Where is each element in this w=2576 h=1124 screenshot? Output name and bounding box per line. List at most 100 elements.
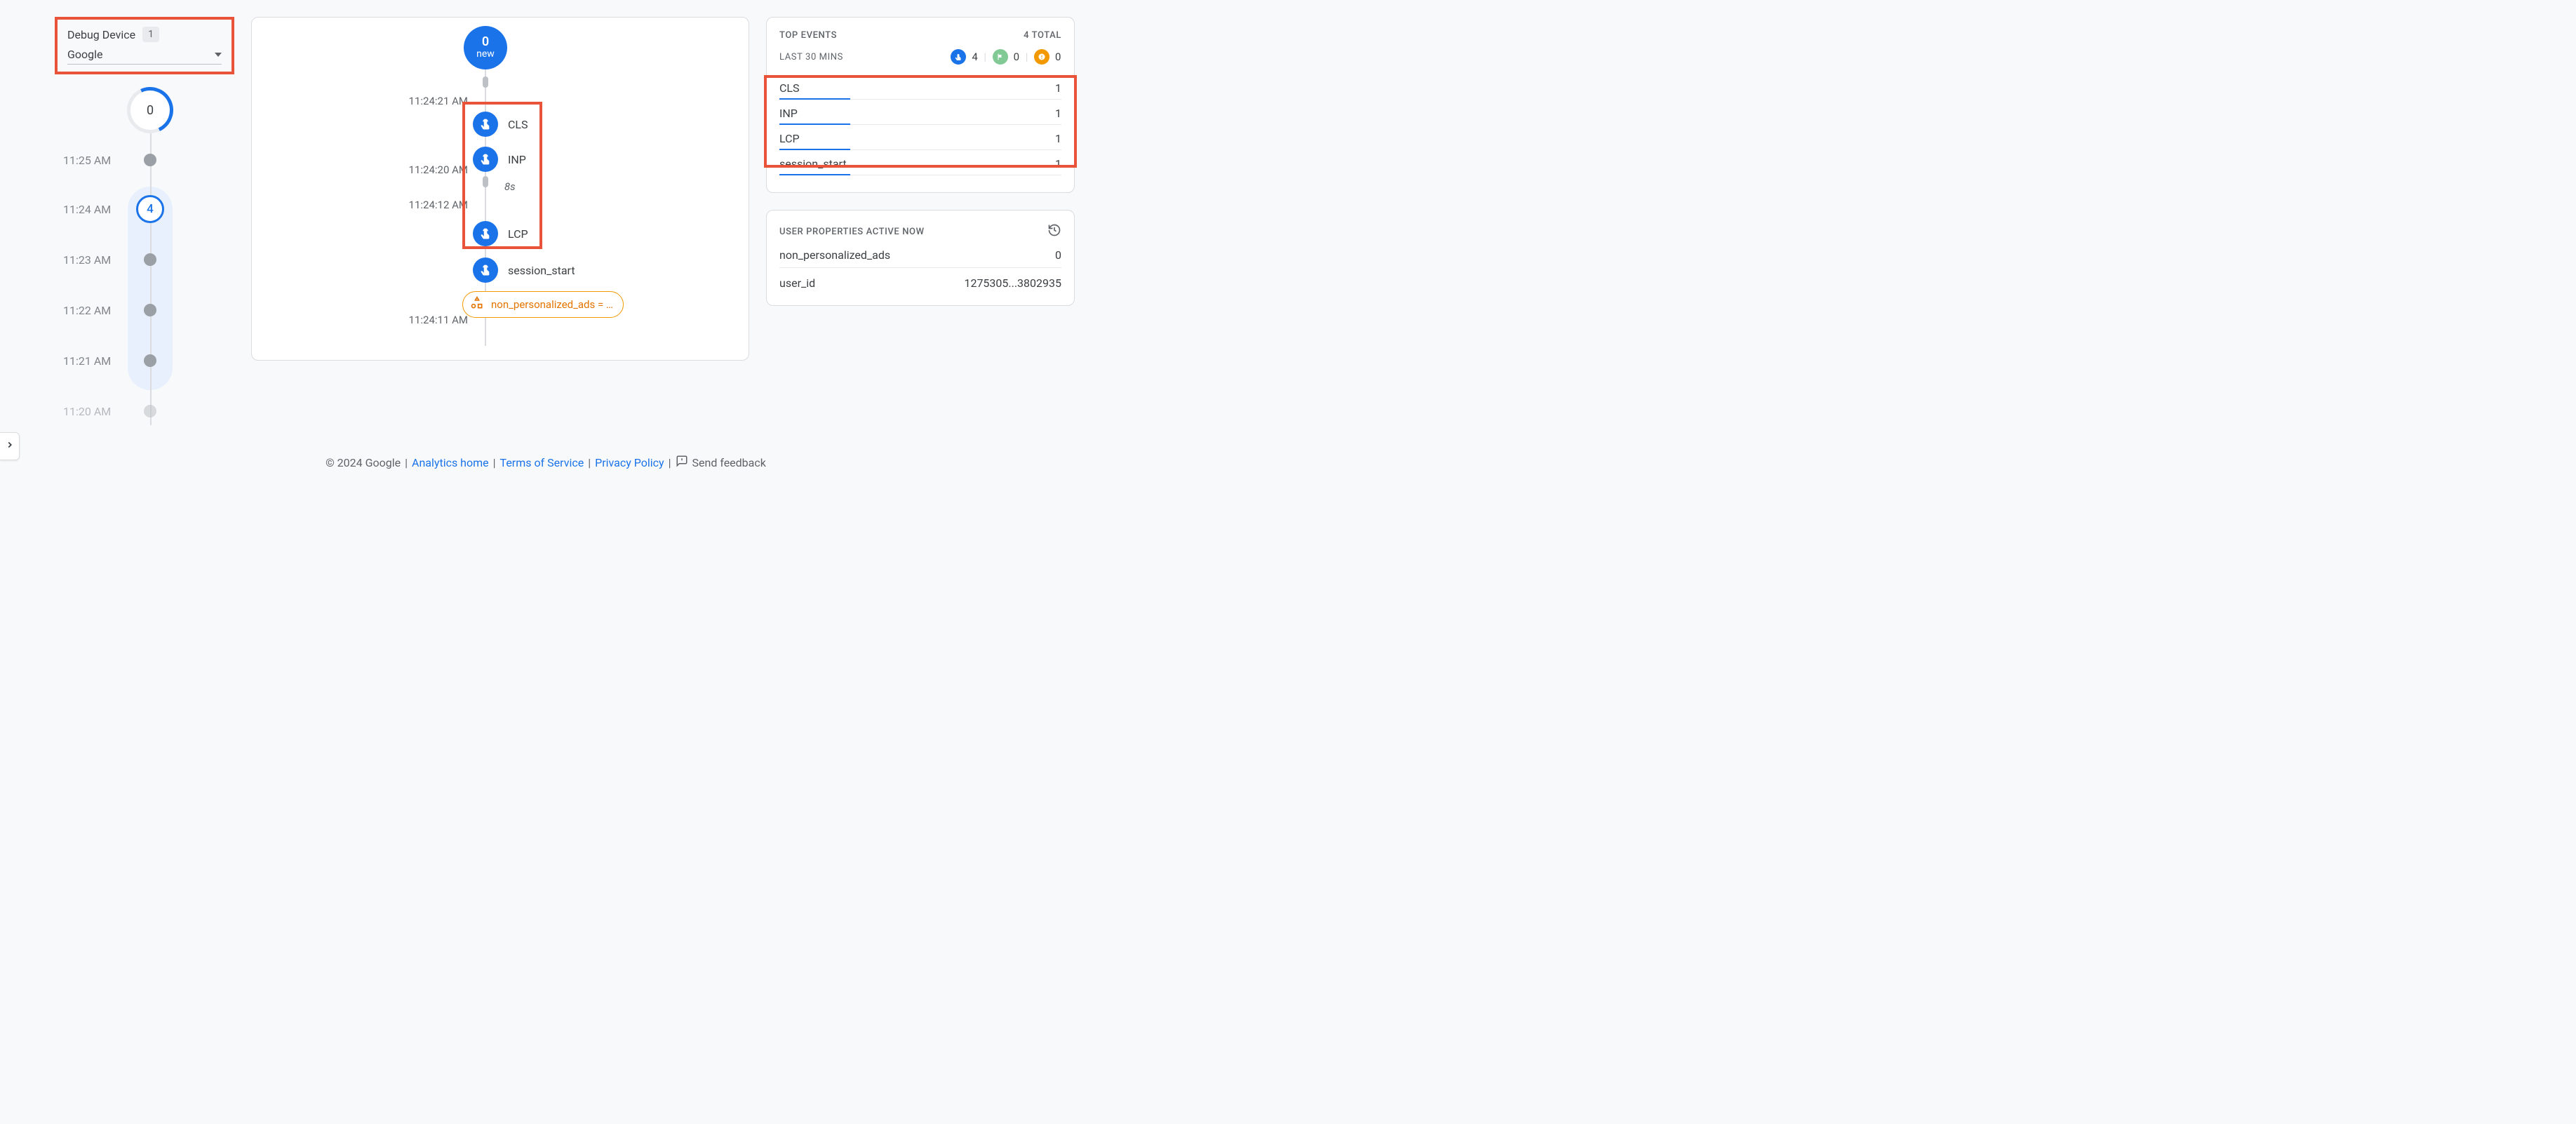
history-icon[interactable]	[1047, 223, 1061, 240]
user-property-value: 1275305...3802935	[964, 276, 1061, 290]
event-count: 1	[1055, 157, 1061, 170]
top-events-table: CLS 1 INP 1 LCP 1 sessi	[779, 74, 1061, 175]
minute-live-circle[interactable]: 0	[130, 90, 170, 131]
touch-icon	[473, 147, 498, 172]
minute-dot-selected: 4	[136, 195, 164, 223]
stream-event-row[interactable]: INP	[473, 147, 526, 172]
stream-new-label: new	[476, 48, 495, 60]
top-events-row[interactable]: CLS 1	[779, 74, 1061, 100]
event-type-counts: 4 | 0 | 0	[951, 49, 1061, 65]
touch-icon	[473, 257, 498, 283]
footer-link-terms[interactable]: Terms of Service	[500, 456, 584, 469]
stream-timestamp: 11:24:20 AM	[384, 163, 468, 176]
send-feedback-label: Send feedback	[692, 456, 766, 469]
stream-gap-label: 8s	[504, 180, 516, 193]
stream-event-row[interactable]: CLS	[473, 112, 528, 137]
user-property-chip[interactable]: non_personalized_ads = …	[462, 291, 624, 318]
stream-timestamp: 11:24:11 AM	[384, 314, 468, 326]
user-property-row[interactable]: user_id 1275305...3802935	[779, 268, 1061, 295]
event-name: INP	[779, 107, 798, 120]
minute-row[interactable]: 11:22 AM	[17, 296, 234, 324]
minute-dot	[144, 405, 156, 417]
event-name: session_start	[779, 157, 847, 170]
debug-device-selected-value: Google	[67, 48, 103, 61]
user-property-name: user_id	[779, 276, 815, 290]
minute-row[interactable]: 11:25 AM	[17, 146, 234, 174]
shapes-icon	[470, 296, 484, 313]
top-events-row[interactable]: session_start 1	[779, 150, 1061, 175]
send-feedback-button[interactable]: Send feedback	[676, 455, 766, 470]
stream-new-count: 0	[482, 36, 489, 48]
user-property-row[interactable]: non_personalized_ads 0	[779, 240, 1061, 268]
event-name: CLS	[779, 81, 800, 95]
minute-row[interactable]: 11:20 AM	[17, 397, 234, 425]
minute-row[interactable]: 11:24 AM 4	[17, 195, 234, 223]
stream-timestamp: 11:24:21 AM	[384, 95, 468, 107]
event-bar	[779, 174, 850, 175]
minute-dot	[144, 253, 156, 266]
stream-event-label: CLS	[508, 118, 528, 131]
stream-event-label: LCP	[508, 227, 528, 241]
minute-row[interactable]: 11:23 AM	[17, 246, 234, 274]
chevron-right-icon	[5, 440, 15, 453]
minute-time-label: 11:23 AM	[17, 253, 122, 267]
stream-nub	[483, 76, 488, 88]
footer-link-analytics-home[interactable]: Analytics home	[412, 456, 489, 469]
minute-time-label: 11:20 AM	[17, 405, 122, 418]
top-events-row[interactable]: INP 1	[779, 100, 1061, 125]
footer: © 2024 Google | Analytics home | Terms o…	[0, 443, 1092, 480]
error-icon	[1034, 49, 1049, 65]
touch-icon	[951, 49, 966, 65]
flag-icon	[993, 49, 1008, 65]
top-events-card: TOP EVENTS 4 TOTAL LAST 30 MINS 4 |	[766, 17, 1075, 193]
touch-icon	[473, 221, 498, 246]
stream-timestamp: 11:24:12 AM	[384, 199, 468, 211]
stream-event-label: session_start	[508, 264, 575, 277]
debug-device-count-badge: 1	[142, 27, 159, 42]
event-count: 1	[1055, 81, 1061, 95]
minute-time-label: 11:22 AM	[17, 304, 122, 317]
debug-device-select[interactable]: Google	[67, 46, 222, 65]
right-column: TOP EVENTS 4 TOTAL LAST 30 MINS 4 |	[766, 17, 1075, 306]
debug-device-label: Debug Device	[67, 28, 135, 41]
minute-selected-count: 4	[147, 202, 154, 216]
top-events-row[interactable]: LCP 1	[779, 125, 1061, 150]
minute-time-label: 11:25 AM	[17, 154, 122, 167]
stream-event-row[interactable]: LCP	[473, 221, 528, 246]
touch-icon	[473, 112, 498, 137]
stream-nub	[483, 176, 488, 187]
user-property-value: 0	[1055, 248, 1061, 262]
flag-count: 0	[1014, 51, 1020, 63]
top-events-total: 4 TOTAL	[1024, 30, 1061, 41]
minute-live-count: 0	[147, 103, 154, 118]
event-count: 1	[1055, 107, 1061, 120]
minute-row[interactable]: 11:21 AM	[17, 347, 234, 375]
minute-dot	[144, 304, 156, 316]
event-name: LCP	[779, 132, 800, 145]
chevron-down-icon	[215, 53, 222, 57]
minute-time-label: 11:21 AM	[17, 354, 122, 368]
feedback-icon	[676, 455, 688, 470]
interaction-count: 4	[972, 51, 978, 63]
user-properties-card: USER PROPERTIES ACTIVE NOW non_personali…	[766, 210, 1075, 306]
minute-time-label: 11:24 AM	[17, 203, 122, 216]
user-properties-title: USER PROPERTIES ACTIVE NOW	[779, 227, 925, 237]
footer-copyright: © 2024 Google	[326, 456, 401, 469]
stream-event-row[interactable]: session_start	[473, 257, 575, 283]
stream-event-label: INP	[508, 153, 526, 166]
debug-device-panel: Debug Device 1 Google	[55, 17, 234, 74]
stream-new-badge[interactable]: 0 new	[464, 26, 507, 69]
event-stream-card: 0 new 11:24:21 AM CLS INP	[251, 17, 749, 361]
user-property-chip-label: non_personalized_ads = …	[491, 298, 613, 311]
left-column: Debug Device 1 Google 0 11:25 AM	[17, 17, 234, 425]
minute-timeline: 0 11:25 AM 11:24 AM 4 11:23 AM	[17, 88, 234, 425]
top-events-title: TOP EVENTS	[779, 30, 837, 41]
event-count: 1	[1055, 132, 1061, 145]
minute-dot	[144, 354, 156, 367]
top-events-subtitle: LAST 30 MINS	[779, 52, 843, 62]
footer-link-privacy[interactable]: Privacy Policy	[595, 456, 664, 469]
expand-sidebar-button[interactable]	[0, 432, 20, 460]
minute-dot	[144, 154, 156, 166]
user-property-name: non_personalized_ads	[779, 248, 890, 262]
error-count: 0	[1055, 51, 1061, 63]
